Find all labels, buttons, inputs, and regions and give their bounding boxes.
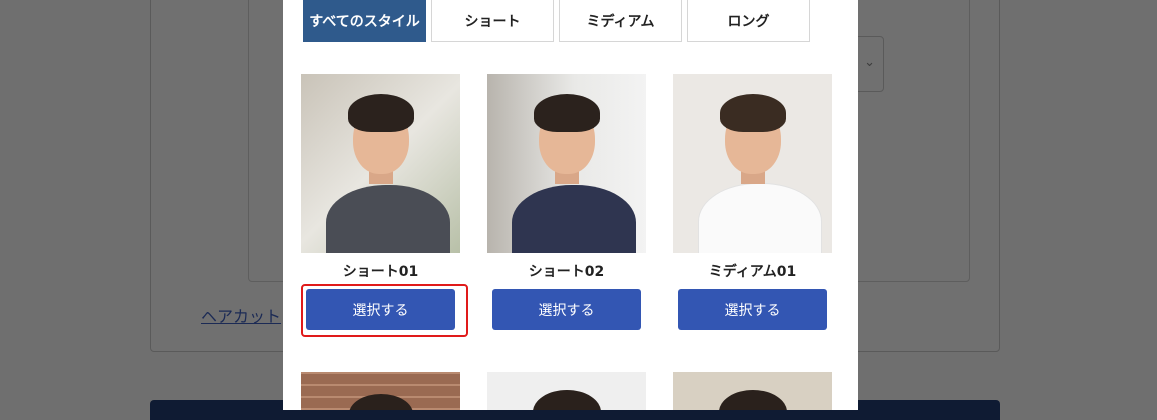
- haircut-link: ヘアカット: [201, 307, 282, 326]
- style-card-partial: [487, 372, 646, 410]
- tab-all-styles[interactable]: すべてのスタイル: [303, 0, 426, 42]
- tab-short[interactable]: ショート: [431, 0, 554, 42]
- style-photo: [673, 74, 832, 253]
- chevron-down-icon: ⌄: [864, 55, 875, 70]
- style-card-short02: ショート02 選択する: [487, 74, 646, 330]
- style-tabs: すべてのスタイル ショート ミディアム ロング: [303, 0, 810, 42]
- tab-long[interactable]: ロング: [687, 0, 810, 42]
- hairstyle-modal: すべてのスタイル ショート ミディアム ロング ショート01 選択する ショート…: [283, 0, 858, 410]
- style-name: ショート01: [342, 264, 419, 280]
- style-card-short01: ショート01 選択する: [301, 74, 468, 337]
- select-button[interactable]: 選択する: [492, 289, 641, 330]
- style-photo: [301, 74, 460, 253]
- style-name: ショート02: [528, 264, 605, 280]
- style-card-medium01: ミディアム01 選択する: [673, 74, 832, 330]
- select-button[interactable]: 選択する: [306, 289, 455, 330]
- select-button[interactable]: 選択する: [678, 289, 827, 330]
- style-name: ミディアム01: [708, 264, 797, 280]
- style-card-partial: [673, 372, 832, 410]
- style-card-partial: [301, 372, 460, 410]
- style-photo: [487, 74, 646, 253]
- tab-medium[interactable]: ミディアム: [559, 0, 682, 42]
